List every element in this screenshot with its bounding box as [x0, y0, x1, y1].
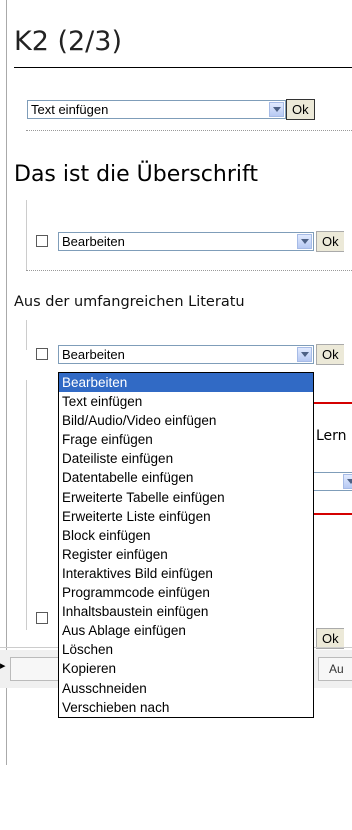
block-border — [26, 380, 27, 630]
dropdown-option[interactable]: Löschen — [59, 640, 313, 659]
dropdown-option[interactable]: Text einfügen — [59, 392, 313, 411]
block2-ok-button[interactable]: Ok — [316, 344, 344, 365]
dropdown-option[interactable]: Datentabelle einfügen — [59, 468, 313, 487]
block3-checkbox[interactable] — [36, 612, 48, 624]
dropdown-option[interactable]: Frage einfügen — [59, 430, 313, 449]
dropdown-option[interactable]: Register einfügen — [59, 545, 313, 564]
block-border — [26, 320, 27, 350]
chevron-down-icon[interactable] — [343, 474, 352, 489]
dropdown-option[interactable]: Interaktives Bild einfügen — [59, 564, 313, 583]
action-dropdown-list[interactable]: Bearbeiten Text einfügen Bild/Audio/Video … — [58, 372, 314, 718]
dropdown-option[interactable]: Dateiliste einfügen — [59, 449, 313, 468]
red-rule — [314, 402, 352, 404]
dropdown-option[interactable]: Erweiterte Tabelle einfügen — [59, 488, 313, 507]
page-title: K2 (2/3) — [14, 26, 122, 57]
dropdown-option[interactable]: Erweiterte Liste einfügen — [59, 507, 313, 526]
dropdown-option[interactable]: Aus Ablage einfügen — [59, 621, 313, 640]
insert-type-select[interactable]: Text einfügen — [27, 100, 286, 119]
dropdown-option[interactable]: Verschieben vor — [59, 717, 313, 718]
insert-type-select-value: Text einfügen — [31, 102, 109, 117]
insert-ok-button[interactable]: Ok — [286, 99, 315, 120]
dropdown-option[interactable]: Block einfügen — [59, 526, 313, 545]
chevron-down-icon[interactable] — [297, 234, 312, 249]
bottom-button-right[interactable]: Au — [318, 657, 352, 681]
dropdown-option[interactable]: Inhaltsbaustein einfügen — [59, 602, 313, 621]
chevron-down-icon[interactable] — [269, 102, 284, 117]
dropdown-option[interactable]: Programmcode einfügen — [59, 583, 313, 602]
title-rule — [14, 67, 352, 68]
block1-action-select[interactable]: Bearbeiten — [58, 232, 314, 251]
dropdown-option[interactable]: Verschieben nach — [59, 698, 313, 717]
block3-ok-button[interactable]: Ok — [316, 628, 344, 649]
divider — [26, 270, 352, 271]
dropdown-option[interactable]: Bild/Audio/Video einfügen — [59, 411, 313, 430]
block2-checkbox[interactable] — [36, 348, 48, 360]
block1-action-select-value: Bearbeiten — [62, 234, 125, 249]
page-content: K2 (2/3) Text einfügen Ok Das ist die Üb… — [0, 0, 352, 830]
bottom-button-left[interactable] — [10, 657, 60, 681]
divider — [26, 130, 352, 131]
partial-text: Lern — [316, 428, 347, 444]
dropdown-option[interactable]: Kopieren — [59, 659, 313, 678]
chevron-down-icon[interactable] — [297, 347, 312, 362]
block1-ok-button[interactable]: Ok — [316, 231, 344, 252]
dropdown-option[interactable]: Ausschneiden — [59, 679, 313, 698]
arrow-right-icon: ▸ — [0, 660, 6, 672]
block2-action-select[interactable]: Bearbeiten — [58, 345, 314, 364]
block1-checkbox[interactable] — [36, 235, 48, 247]
paragraph-text: Aus der umfangreichen Literatu — [14, 294, 245, 310]
dropdown-option[interactable]: Bearbeiten — [59, 373, 313, 393]
red-rule — [314, 513, 352, 515]
section-heading: Das ist die Überschrift — [14, 162, 258, 187]
block-border — [26, 200, 27, 270]
block2-action-select-value: Bearbeiten — [62, 347, 125, 362]
